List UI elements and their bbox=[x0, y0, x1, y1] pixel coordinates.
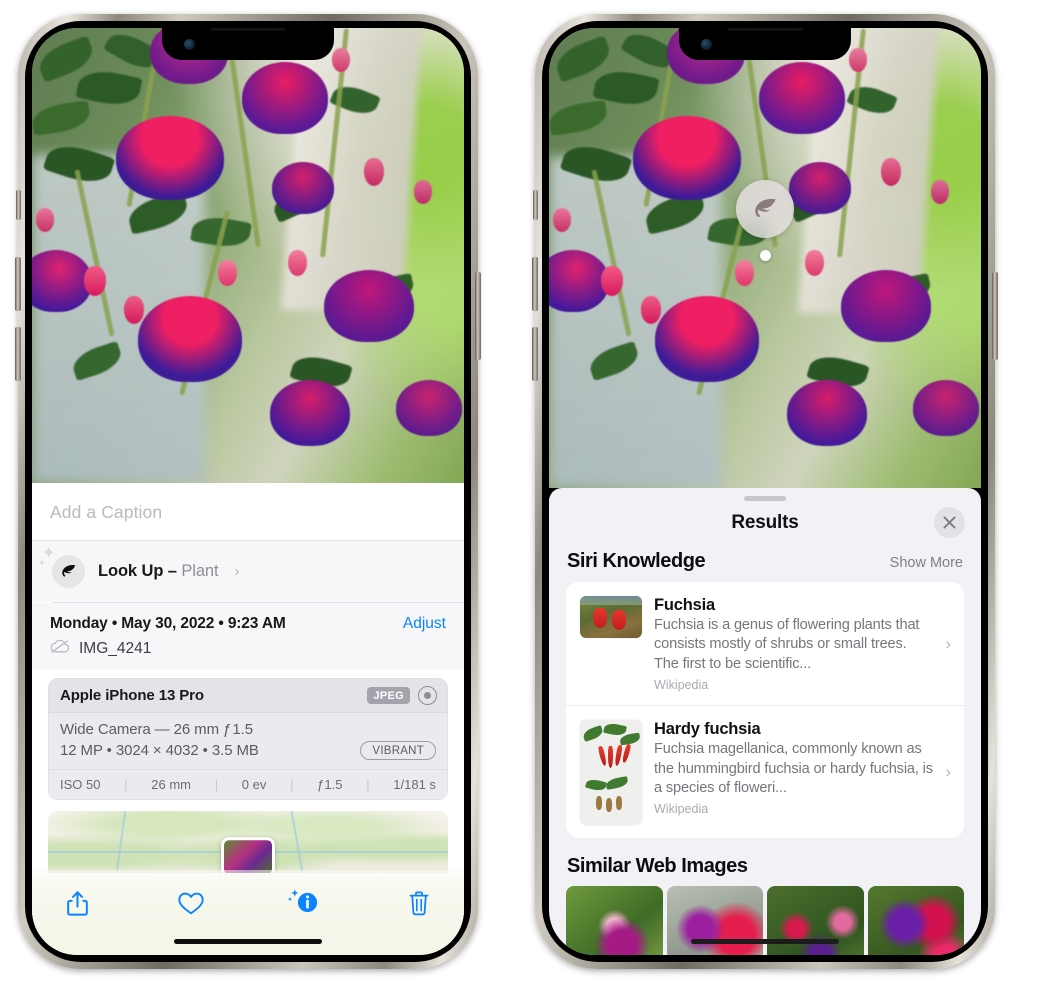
caption-placeholder: Add a Caption bbox=[50, 502, 163, 522]
look-up-label: Look Up – Plant bbox=[98, 562, 219, 581]
show-more-button[interactable]: Show More bbox=[890, 555, 963, 571]
web-image-tile[interactable] bbox=[767, 886, 864, 955]
photo-date: Monday • May 30, 2022 • 9:23 AM bbox=[50, 615, 286, 632]
sheet-title: Results bbox=[731, 512, 799, 533]
exif-separator: | bbox=[366, 777, 370, 792]
camera-device-name: Apple iPhone 13 Pro bbox=[60, 687, 204, 704]
chevron-right-icon: › bbox=[945, 762, 951, 782]
volume-down-button[interactable] bbox=[532, 327, 538, 381]
exif-iso: ISO 50 bbox=[60, 777, 101, 792]
exif-focal: 26 mm bbox=[151, 777, 191, 792]
mute-switch[interactable] bbox=[533, 190, 538, 220]
screenshot-root: Add a Caption ✦ ✦ Look Up – Plant › Mond… bbox=[0, 0, 1055, 985]
badge-anchor-dot bbox=[759, 250, 771, 261]
earpiece-speaker bbox=[210, 28, 286, 31]
look-up-title: Look Up bbox=[98, 562, 164, 580]
camera-specs-line: 12 MP • 3024 × 4032 • 3.5 MB bbox=[60, 742, 259, 759]
front-camera bbox=[184, 39, 195, 50]
look-up-row[interactable]: ✦ ✦ Look Up – Plant › bbox=[32, 541, 464, 602]
map-photo-pin[interactable] bbox=[221, 837, 275, 873]
knowledge-source: Wikipedia bbox=[654, 802, 709, 817]
web-image-tile[interactable] bbox=[566, 886, 663, 955]
power-button[interactable] bbox=[992, 272, 998, 360]
exif-ev: 0 ev bbox=[241, 777, 267, 792]
knowledge-row[interactable]: Hardy fuchsia Fuchsia magellanica, commo… bbox=[566, 705, 964, 838]
sparkle-small-icon: ✦ bbox=[38, 558, 46, 568]
photo-filename: IMG_4241 bbox=[79, 640, 152, 657]
mute-switch[interactable] bbox=[16, 190, 21, 220]
knowledge-thumbnail bbox=[580, 720, 642, 826]
leaf-icon bbox=[736, 180, 794, 238]
delete-button[interactable] bbox=[398, 882, 440, 924]
web-image-tile[interactable] bbox=[666, 886, 763, 955]
knowledge-source: Wikipedia bbox=[654, 678, 709, 693]
aperture-icon bbox=[418, 686, 437, 705]
earpiece-speaker bbox=[727, 28, 803, 31]
format-badge: JPEG bbox=[367, 687, 410, 704]
photographic-style-badge: VIBRANT bbox=[360, 741, 436, 760]
exif-row: ISO 50 | 26 mm | 0 ev | ƒ1.5 | 1/181 s bbox=[49, 769, 447, 799]
location-map[interactable] bbox=[48, 811, 448, 873]
camera-info-card[interactable]: Apple iPhone 13 Pro JPEG Wide Camera — 2… bbox=[48, 678, 448, 800]
knowledge-title: Hardy fuchsia bbox=[654, 720, 761, 739]
adjust-button[interactable]: Adjust bbox=[403, 615, 446, 633]
favorite-button[interactable] bbox=[170, 882, 212, 924]
phone-right: Results Siri Knowledge Show More Fuchsia… bbox=[532, 14, 998, 969]
power-button[interactable] bbox=[475, 272, 481, 360]
phone-screen-left: Add a Caption ✦ ✦ Look Up – Plant › Mond… bbox=[32, 28, 464, 955]
subject-badge[interactable] bbox=[736, 180, 794, 261]
phone-left: Add a Caption ✦ ✦ Look Up – Plant › Mond… bbox=[15, 14, 481, 969]
exif-aperture: ƒ1.5 bbox=[317, 777, 343, 792]
exif-shutter: 1/181 s bbox=[393, 777, 436, 792]
knowledge-description: Fuchsia magellanica, commonly known as t… bbox=[654, 741, 933, 797]
knowledge-description: Fuchsia is a genus of flowering plants t… bbox=[654, 617, 920, 672]
notch bbox=[679, 28, 851, 60]
exif-separator: | bbox=[214, 777, 219, 792]
caption-field[interactable]: Add a Caption bbox=[32, 483, 464, 541]
exif-separator: | bbox=[290, 777, 294, 792]
phone-screen-right: Results Siri Knowledge Show More Fuchsia… bbox=[549, 28, 981, 955]
cloud-slash-icon bbox=[50, 639, 70, 659]
knowledge-row[interactable]: Fuchsia Fuchsia is a genus of flowering … bbox=[566, 582, 964, 705]
front-camera bbox=[701, 39, 712, 50]
siri-knowledge-heading: Siri Knowledge bbox=[567, 550, 706, 572]
volume-up-button[interactable] bbox=[15, 257, 21, 311]
home-indicator[interactable] bbox=[691, 939, 839, 944]
home-indicator[interactable] bbox=[174, 939, 322, 944]
photo-viewer[interactable] bbox=[32, 28, 464, 483]
similar-web-images-heading: Similar Web Images bbox=[567, 855, 748, 878]
share-button[interactable] bbox=[56, 882, 98, 924]
close-button[interactable] bbox=[934, 507, 965, 538]
knowledge-title: Fuchsia bbox=[654, 596, 715, 614]
volume-down-button[interactable] bbox=[15, 327, 21, 381]
look-up-subject: Plant bbox=[181, 562, 219, 580]
info-button[interactable] bbox=[284, 882, 326, 924]
similar-images-row[interactable] bbox=[549, 886, 981, 955]
camera-lens-line: Wide Camera — 26 mm ƒ 1.5 bbox=[60, 721, 253, 738]
knowledge-thumbnail bbox=[580, 596, 642, 638]
web-image-tile[interactable] bbox=[867, 886, 964, 955]
visual-lookup-results-sheet: Results Siri Knowledge Show More Fuchsia… bbox=[549, 488, 981, 955]
look-up-dash: – bbox=[163, 562, 182, 580]
chevron-right-icon: › bbox=[234, 563, 240, 580]
leaf-icon: ✦ ✦ bbox=[38, 546, 85, 588]
exif-separator: | bbox=[124, 777, 128, 792]
close-icon bbox=[943, 516, 956, 529]
volume-up-button[interactable] bbox=[532, 257, 538, 311]
siri-knowledge-card: Fuchsia Fuchsia is a genus of flowering … bbox=[566, 582, 964, 839]
photo-metadata: Monday • May 30, 2022 • 9:23 AM Adjust I… bbox=[32, 603, 464, 669]
chevron-right-icon: › bbox=[945, 633, 951, 653]
notch bbox=[162, 28, 334, 60]
